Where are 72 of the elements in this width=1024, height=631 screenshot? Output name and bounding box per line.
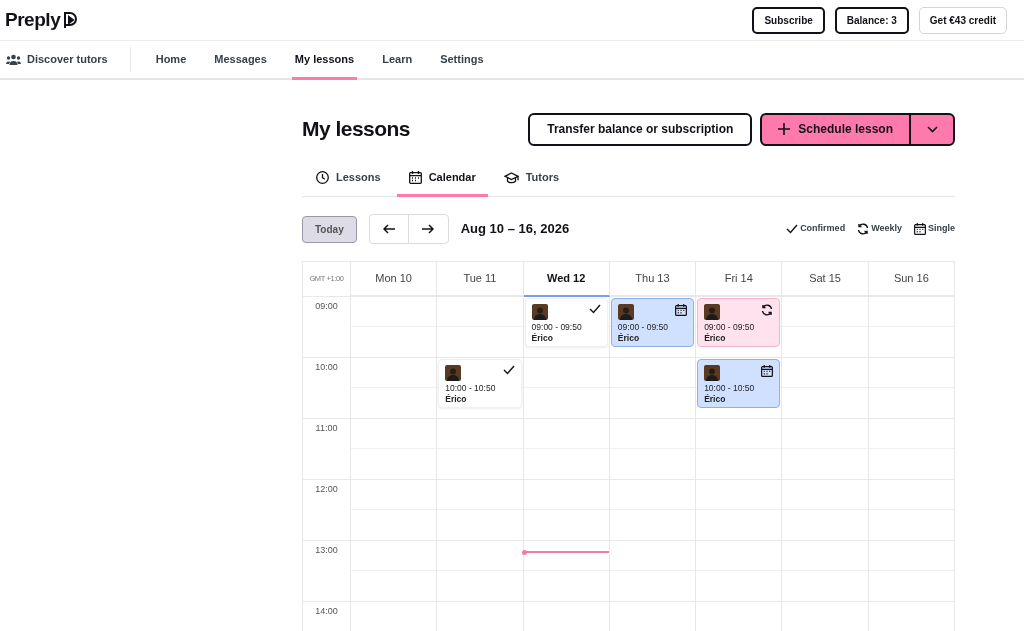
check-icon [786,224,799,234]
time-label: 11:00 [315,422,338,434]
lesson-card[interactable]: 10:00 - 10:50 Érico [438,359,522,408]
calendar-icon [914,223,926,235]
calendar-icon [761,365,774,377]
transfer-button[interactable]: Transfer balance or subscription [528,112,753,146]
tab[interactable]: Calendar [396,161,488,197]
left-arrow-icon [382,224,395,234]
day-header: Sun 16 [893,271,929,287]
graduation-cap-icon [503,171,519,184]
tutor-name: Érico [531,333,554,344]
tab[interactable]: Tutors [501,161,562,197]
avatar [704,365,721,381]
time-label: 14:00 [315,605,338,617]
people-icon [6,54,21,65]
tutor-name: Érico [445,394,468,405]
repeat-icon [857,223,870,235]
repeat-icon [761,304,774,316]
schedule-lesson-label: Schedule lesson [798,121,893,138]
lesson-card[interactable]: 09:00 - 09:50 Érico [524,298,608,347]
today-button[interactable]: Today [302,215,357,243]
page-title: My lessons [302,116,410,143]
tutor-name: Érico [704,333,727,344]
lesson-time: 09:00 - 09:50 [531,322,583,333]
day-header: Fri 14 [724,271,753,287]
day-header: Wed 12 [547,271,586,287]
right-arrow-icon [422,224,435,234]
tutor-name: Érico [704,394,727,405]
time-label: 09:00 [315,300,338,312]
caret-icon [926,125,938,133]
nav-link[interactable]: Home [152,41,190,80]
schedule-lesson-button[interactable]: Schedule lesson [762,114,909,144]
check-icon [588,304,601,314]
logo-text[interactable]: Preply [5,5,61,35]
legend-label: Weekly [871,222,902,236]
time-label: 12:00 [315,483,338,495]
check-icon [502,365,515,375]
header-button[interactable]: Subscribe [752,6,825,34]
legend-label: Single [928,222,955,236]
day-header: Mon 10 [375,271,412,287]
header-button[interactable]: Balance: 3 [834,6,909,34]
avatar [445,365,462,381]
avatar [704,304,721,320]
day-header: Sat 15 [809,271,841,287]
avatar [617,304,634,320]
calendar-icon [675,304,688,316]
lesson-time: 10:00 - 10:50 [445,383,497,394]
header-button[interactable]: Get €43 credit [918,6,1007,34]
nav-link[interactable]: Messages [211,41,270,80]
plus-icon [778,123,791,135]
tutor-name: Érico [617,333,641,344]
nav-link[interactable]: Settings [437,41,487,80]
lesson-card[interactable]: 10:00 - 10:50 Érico [697,359,781,408]
day-header: Thu 13 [635,271,670,287]
clock-icon [316,171,329,184]
legend-label: Confirmed [800,222,846,236]
discover-tutors-link[interactable]: Discover tutors [27,51,108,68]
lesson-time: 09:00 - 09:50 [704,322,756,333]
nav-link[interactable]: Learn [379,41,416,80]
lesson-card[interactable]: 09:00 - 09:50 Érico [610,298,695,347]
lesson-card[interactable]: 09:00 - 09:50 Érico [697,298,781,347]
tab[interactable]: Lessons [314,161,383,197]
logo-icon [63,11,80,29]
calendar-icon [408,171,422,184]
time-label: 10:00 [315,361,338,373]
avatar [531,304,548,320]
date-range: Aug 10 – 16, 2026 [460,220,570,239]
day-header: Tue 11 [463,271,497,287]
lesson-time: 09:00 - 09:50 [617,322,669,333]
lesson-time: 10:00 - 10:50 [704,383,756,394]
nav-link[interactable]: My lessons [291,41,358,80]
time-label: 13:00 [315,544,338,556]
